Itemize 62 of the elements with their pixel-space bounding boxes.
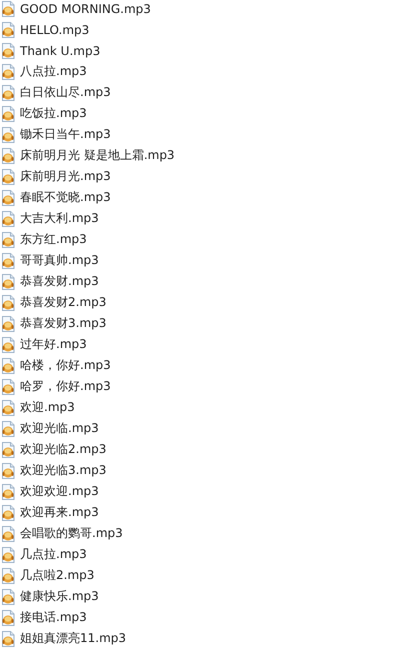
audio-file-icon[interactable] xyxy=(1,400,15,416)
file-name[interactable]: 过年好.mp3 xyxy=(20,336,87,353)
file-name[interactable]: 健康快乐.mp3 xyxy=(20,588,99,605)
audio-file-icon[interactable] xyxy=(1,168,15,184)
audio-file-icon[interactable] xyxy=(1,378,15,394)
file-name[interactable]: Thank U.mp3 xyxy=(20,44,100,58)
audio-file-icon[interactable] xyxy=(1,252,15,268)
audio-file-icon[interactable] xyxy=(1,126,15,142)
audio-file-icon[interactable] xyxy=(1,210,15,226)
audio-file-icon[interactable] xyxy=(1,630,15,646)
file-name[interactable]: 白日依山尽.mp3 xyxy=(20,84,111,101)
audio-file-icon[interactable] xyxy=(1,294,15,310)
file-name[interactable]: 会唱歌的鹦哥.mp3 xyxy=(20,525,123,542)
file-name[interactable]: GOOD MORNING.mp3 xyxy=(20,2,151,16)
file-name[interactable]: 大吉大利.mp3 xyxy=(20,210,99,227)
file-name[interactable]: 恭喜发财2.mp3 xyxy=(20,294,106,311)
audio-file-icon[interactable] xyxy=(1,462,15,478)
file-name[interactable]: 恭喜发财3.mp3 xyxy=(20,315,106,332)
file-name[interactable]: 欢迎.mp3 xyxy=(20,399,75,416)
audio-file-icon[interactable] xyxy=(1,336,15,352)
file-name[interactable]: 欢迎欢迎.mp3 xyxy=(20,483,99,500)
file-name[interactable]: 哥哥真帅.mp3 xyxy=(20,252,99,269)
audio-file-icon[interactable] xyxy=(1,588,15,604)
file-name[interactable]: 床前明月光.mp3 xyxy=(20,168,111,185)
audio-file-icon[interactable] xyxy=(1,358,15,374)
file-name[interactable]: 欢迎光临2.mp3 xyxy=(20,441,106,458)
audio-file-icon[interactable] xyxy=(1,546,15,562)
file-name[interactable]: 欢迎光临.mp3 xyxy=(20,420,99,437)
audio-file-icon[interactable] xyxy=(1,568,15,584)
file-name[interactable]: 几点啦2.mp3 xyxy=(20,567,94,584)
file-name[interactable]: 春眠不觉晓.mp3 xyxy=(20,189,111,206)
file-name[interactable]: 吃饭拉.mp3 xyxy=(20,105,87,122)
file-name[interactable]: 姐姐真漂亮11.mp3 xyxy=(20,630,126,647)
audio-file-icon[interactable] xyxy=(1,42,15,58)
file-name[interactable]: 哈楼，你好.mp3 xyxy=(20,357,111,374)
file-name[interactable]: 锄禾日当午.mp3 xyxy=(20,126,111,143)
file-name[interactable]: 欢迎光临3.mp3 xyxy=(20,462,106,479)
file-name[interactable]: HELLO.mp3 xyxy=(20,22,90,36)
file-name[interactable]: 床前明月光 疑是地上霜.mp3 xyxy=(20,147,175,164)
audio-file-icon[interactable] xyxy=(1,106,15,122)
audio-file-icon[interactable] xyxy=(1,84,15,100)
audio-file-icon[interactable] xyxy=(1,526,15,542)
file-name[interactable]: 哈罗，你好.mp3 xyxy=(20,378,111,395)
audio-file-icon[interactable] xyxy=(1,316,15,332)
audio-file-icon[interactable] xyxy=(1,232,15,248)
audio-file-icon[interactable] xyxy=(1,504,15,520)
file-name[interactable]: 八点拉.mp3 xyxy=(20,63,87,80)
audio-file-icon[interactable] xyxy=(1,0,15,16)
audio-file-icon[interactable] xyxy=(1,22,15,38)
audio-file-icon[interactable] xyxy=(1,420,15,436)
audio-file-icon[interactable] xyxy=(1,442,15,458)
audio-file-icon[interactable] xyxy=(1,274,15,290)
audio-file-icon[interactable] xyxy=(1,484,15,500)
file-name[interactable]: 接电话.mp3 xyxy=(20,609,87,626)
file-name[interactable]: 几点拉.mp3 xyxy=(20,546,87,563)
audio-file-icon[interactable] xyxy=(1,64,15,80)
file-name[interactable]: 欢迎再来.mp3 xyxy=(20,504,99,521)
audio-file-icon[interactable] xyxy=(1,610,15,626)
file-name[interactable]: 东方红.mp3 xyxy=(20,231,87,248)
audio-file-icon[interactable] xyxy=(1,148,15,164)
file-name[interactable]: 恭喜发财.mp3 xyxy=(20,273,99,290)
audio-file-icon[interactable] xyxy=(1,190,15,206)
